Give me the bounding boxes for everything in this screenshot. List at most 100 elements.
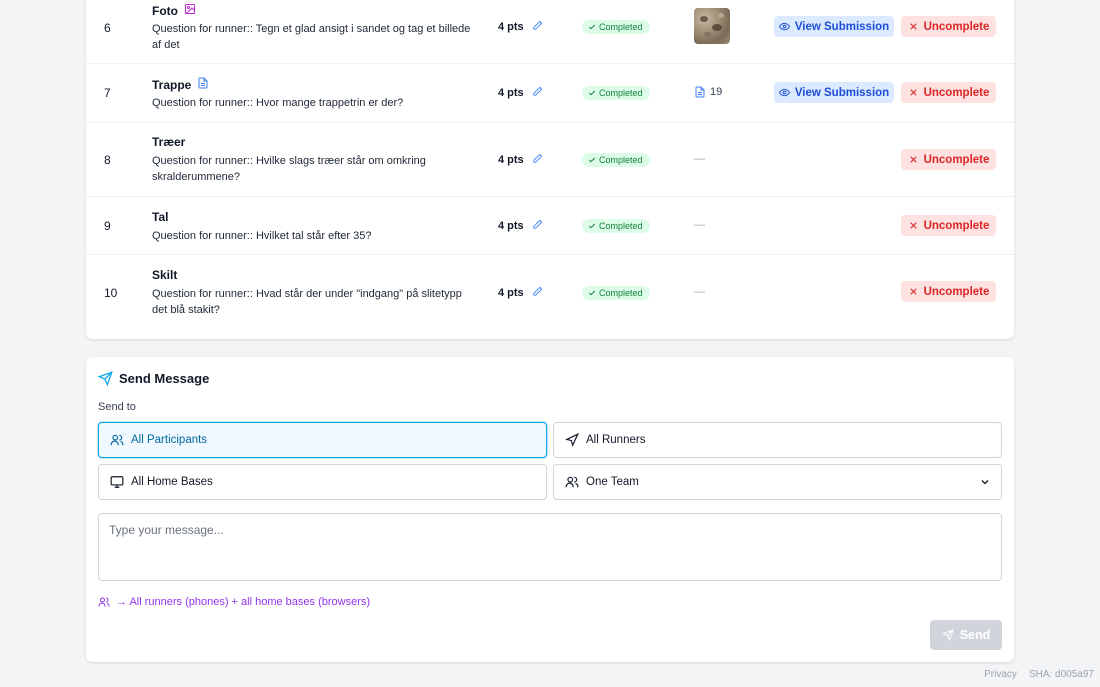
- option-label: All Home Bases: [131, 476, 213, 488]
- close-icon: [909, 288, 917, 295]
- recipients-hint-text: → All runners (phones) + all home bases …: [116, 596, 371, 608]
- check-icon: [588, 24, 596, 30]
- uncomplete-label: Uncomplete: [923, 285, 990, 298]
- uncomplete-button[interactable]: Uncomplete: [901, 281, 996, 302]
- task-number: 6: [104, 21, 111, 35]
- table-row: 10 Skilt Question for runner:: Hvad står…: [86, 255, 1014, 339]
- build-sha: SHA: d005a97: [1028, 669, 1094, 680]
- task-title-text: Tal: [152, 210, 169, 224]
- all-participants-option[interactable]: All Participants: [98, 422, 547, 458]
- eye-icon: [778, 88, 790, 97]
- submission-answer: 19: [694, 86, 722, 98]
- task-title: Skilt: [152, 268, 177, 282]
- task-number: 9: [104, 219, 111, 233]
- send-message-title: Send Message: [119, 371, 210, 386]
- privacy-link[interactable]: Privacy: [984, 669, 1017, 680]
- task-points: 4 pts: [498, 20, 543, 34]
- check-icon: [588, 157, 596, 163]
- uncomplete-button[interactable]: Uncomplete: [901, 215, 996, 236]
- submission-empty: —: [694, 219, 705, 231]
- users-icon: [110, 434, 124, 446]
- recipients-hint: → All runners (phones) + all home bases …: [98, 596, 370, 608]
- view-submission-label: View Submission: [794, 86, 890, 99]
- send-message-heading: Send Message: [98, 371, 209, 386]
- footer: Privacy SHA: d005a97: [984, 669, 1094, 680]
- task-question: Question for runner:: Hvad står der unde…: [152, 288, 462, 316]
- eye-icon: [778, 22, 790, 31]
- task-title: Træer: [152, 135, 185, 149]
- task-number: 8: [104, 153, 111, 167]
- status-text: Completed: [599, 155, 643, 165]
- message-input[interactable]: [98, 513, 1002, 581]
- points-value: 4 pts: [498, 21, 524, 33]
- table-row: 8 Træer Question for runner:: Hvilke sla…: [86, 123, 1014, 197]
- send-to-label: Send to: [98, 401, 136, 413]
- view-submission-label: View Submission: [794, 20, 890, 33]
- send-message-panel: Send Message Send to All Participants Al…: [86, 357, 1014, 662]
- submission-answer-text: 19: [710, 86, 723, 98]
- check-icon: [588, 223, 596, 229]
- send-icon: [98, 371, 113, 386]
- edit-points-icon[interactable]: [532, 20, 543, 34]
- close-icon: [909, 222, 917, 229]
- points-value: 4 pts: [498, 154, 524, 166]
- task-question: Question for runner:: Hvor mange trappet…: [152, 97, 404, 109]
- image-icon: [184, 3, 196, 18]
- edit-points-icon[interactable]: [532, 219, 543, 233]
- view-submission-button[interactable]: View Submission: [774, 82, 894, 103]
- status-badge: Completed: [582, 20, 650, 34]
- task-question: Question for runner:: Hvilket tal står e…: [152, 230, 372, 242]
- chevron-down-icon: [981, 480, 989, 485]
- table-row: 9 Tal Question for runner:: Hvilket tal …: [86, 197, 1014, 255]
- points-value: 4 pts: [498, 287, 524, 299]
- close-icon: [909, 156, 917, 163]
- uncomplete-label: Uncomplete: [923, 219, 990, 232]
- edit-points-icon[interactable]: [532, 86, 543, 100]
- task-title: Foto: [152, 3, 196, 18]
- option-label: One Team: [586, 476, 639, 488]
- submission-empty: —: [694, 153, 705, 165]
- document-icon: [197, 77, 209, 92]
- uncomplete-label: Uncomplete: [923, 153, 990, 166]
- uncomplete-button[interactable]: Uncomplete: [901, 82, 996, 103]
- users-icon: [98, 597, 110, 607]
- uncomplete-button[interactable]: Uncomplete: [901, 16, 996, 37]
- status-badge: Completed: [582, 153, 650, 167]
- task-points: 4 pts: [498, 219, 543, 233]
- send-button[interactable]: Send: [930, 620, 1002, 650]
- status-text: Completed: [599, 288, 643, 298]
- task-title-text: Trappe: [152, 77, 192, 92]
- table-row: 7 Trappe Question for runner:: Hvor mang…: [86, 64, 1014, 123]
- points-value: 4 pts: [498, 87, 524, 99]
- submission-thumbnail[interactable]: [694, 8, 730, 44]
- points-value: 4 pts: [498, 220, 524, 232]
- send-button-label: Send: [959, 628, 991, 642]
- submission-empty: —: [694, 286, 705, 298]
- check-icon: [588, 290, 596, 296]
- status-badge: Completed: [582, 86, 650, 100]
- task-title-text: Foto: [152, 3, 178, 18]
- all-runners-option[interactable]: All Runners: [553, 422, 1002, 458]
- option-label: All Runners: [586, 434, 646, 446]
- tasks-table: 6 Foto Question for runner:: Tegn et gla…: [86, 0, 1014, 339]
- task-title: Tal: [152, 210, 168, 224]
- uncomplete-button[interactable]: Uncomplete: [901, 149, 996, 170]
- task-question: Question for runner:: Hvilke slags træer…: [152, 155, 426, 183]
- option-label: All Participants: [131, 434, 208, 446]
- task-number: 7: [104, 86, 111, 100]
- task-title: Trappe: [152, 77, 209, 92]
- task-points: 4 pts: [498, 153, 543, 167]
- task-points: 4 pts: [498, 86, 543, 100]
- one-team-dropdown[interactable]: One Team: [553, 464, 1002, 500]
- task-points: 4 pts: [498, 286, 543, 300]
- send-icon: [941, 629, 954, 641]
- all-home-bases-option[interactable]: All Home Bases: [98, 464, 547, 500]
- view-submission-button[interactable]: View Submission: [774, 16, 894, 37]
- uncomplete-label: Uncomplete: [923, 20, 990, 33]
- status-badge: Completed: [582, 219, 650, 233]
- status-text: Completed: [599, 88, 643, 98]
- edit-points-icon[interactable]: [532, 153, 543, 167]
- edit-points-icon[interactable]: [532, 286, 543, 300]
- status-text: Completed: [599, 22, 643, 32]
- close-icon: [909, 89, 917, 96]
